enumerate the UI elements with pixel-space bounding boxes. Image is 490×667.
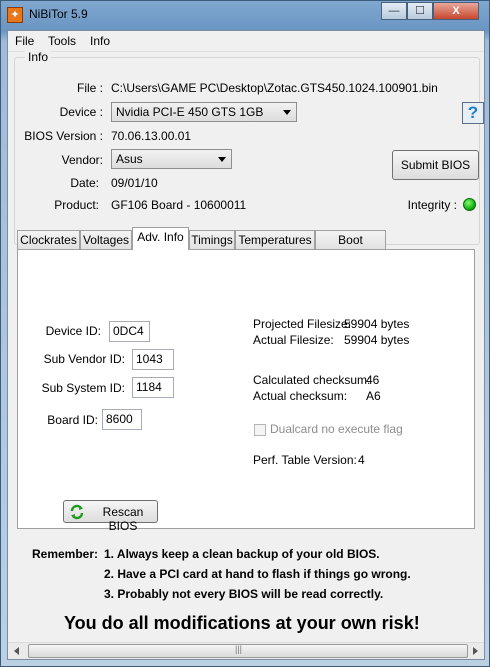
menu-info[interactable]: Info xyxy=(90,34,110,48)
calculated-checksum-label: Calculated checksum: xyxy=(253,373,371,387)
perf-table-value: 4 xyxy=(358,453,365,467)
sub-system-id-label: Sub System ID: xyxy=(41,381,125,395)
file-label: File : xyxy=(76,81,103,95)
close-button[interactable]: X xyxy=(433,2,479,20)
integrity-status-icon xyxy=(463,198,476,211)
bios-version-label: BIOS Version : xyxy=(24,129,103,143)
remember-label: Remember: xyxy=(32,547,99,561)
projected-filesize-value: 59904 bytes xyxy=(344,317,410,331)
device-id-field[interactable]: 0DC4 xyxy=(109,321,150,342)
sub-vendor-id-label: Sub Vendor ID: xyxy=(43,352,125,366)
adv-info-panel: Device ID: 0DC4 Sub Vendor ID: 1043 Sub … xyxy=(17,249,475,533)
projected-filesize-label: Projected Filesize: xyxy=(253,317,352,331)
device-label: Device : xyxy=(59,105,103,119)
tab-boot-settings[interactable]: Boot Settings xyxy=(315,230,386,265)
device-select-value: Nvidia PCI-E 450 GTS 1GB xyxy=(116,105,264,119)
nibitor-logo-icon[interactable]: ✦ xyxy=(7,7,23,23)
board-id-field[interactable]: 8600 xyxy=(102,409,142,430)
date-label: Date: xyxy=(70,176,99,190)
tab-temperatures[interactable]: Temperatures xyxy=(235,230,315,249)
bios-version-value: 70.06.13.00.01 xyxy=(111,129,192,143)
perf-table-label: Perf. Table Version: xyxy=(253,453,357,467)
info-group-title: Info xyxy=(25,50,52,64)
scroll-left-icon[interactable] xyxy=(14,647,19,655)
help-icon[interactable]: ? xyxy=(462,102,484,124)
tab-timings[interactable]: Timings xyxy=(189,230,235,249)
chevron-down-icon xyxy=(283,110,291,115)
chevron-down-icon xyxy=(218,157,226,162)
menu-bar: File Tools Info xyxy=(8,31,484,52)
integrity-label: Integrity : xyxy=(407,198,457,212)
actual-filesize-value: 59904 bytes xyxy=(344,333,410,347)
tab-clockrates[interactable]: Clockrates xyxy=(17,230,80,249)
warning-line-2: 2. Have a PCI card at hand to flash if t… xyxy=(104,567,411,581)
menu-file[interactable]: File xyxy=(15,34,34,48)
board-id-label: Board ID: xyxy=(47,413,98,427)
product-label: Product: xyxy=(54,198,99,212)
calculated-checksum-value: 46 xyxy=(366,373,380,387)
scroll-right-icon[interactable] xyxy=(473,647,478,655)
warning-line-3: 3. Probably not every BIOS will be read … xyxy=(104,587,384,601)
rescan-bios-label: Rescan BIOS xyxy=(102,505,144,533)
scrollbar-grip: ||| xyxy=(235,644,243,654)
refresh-icon xyxy=(70,504,84,520)
client-area: File Tools Info Info File : C:\Users\GAM… xyxy=(7,30,485,660)
sub-vendor-id-field[interactable]: 1043 xyxy=(132,349,174,370)
tab-voltages[interactable]: Voltages xyxy=(80,230,132,249)
vendor-select-value: Asus xyxy=(116,152,143,166)
title-bar[interactable]: ✦ NiBiTor 5.9 — ☐ X xyxy=(1,1,489,29)
date-value: 09/01/10 xyxy=(111,176,158,190)
maximize-button[interactable]: ☐ xyxy=(407,2,433,20)
risk-warning: You do all modifications at your own ris… xyxy=(64,613,420,633)
file-path: C:\Users\GAME PC\Desktop\Zotac.GTS450.10… xyxy=(111,81,438,95)
application-window: ✦ NiBiTor 5.9 — ☐ X File Tools Info Info… xyxy=(0,0,490,667)
device-id-label: Device ID: xyxy=(45,324,101,338)
submit-bios-button[interactable]: Submit BIOS xyxy=(392,150,479,180)
scrollbar-thumb[interactable]: ||| xyxy=(28,644,468,658)
dualcard-label: Dualcard no execute flag xyxy=(270,422,403,436)
actual-filesize-label: Actual Filesize: xyxy=(253,333,334,347)
horizontal-scrollbar[interactable]: ||| xyxy=(8,642,484,659)
sub-system-id-field[interactable]: 1184 xyxy=(132,377,174,398)
product-value: GF106 Board - 10600011 xyxy=(111,198,247,212)
menu-tools[interactable]: Tools xyxy=(48,34,76,48)
info-group: Info File : C:\Users\GAME PC\Desktop\Zot… xyxy=(14,50,484,245)
warning-line-1: 1. Always keep a clean backup of your ol… xyxy=(104,547,380,561)
minimize-button[interactable]: — xyxy=(381,2,407,20)
actual-checksum-label: Actual checksum: xyxy=(253,389,348,403)
device-select[interactable]: Nvidia PCI-E 450 GTS 1GB xyxy=(111,102,297,122)
dualcard-checkbox[interactable] xyxy=(254,424,266,436)
vendor-select[interactable]: Asus xyxy=(111,149,232,169)
tab-adv-info[interactable]: Adv. Info xyxy=(132,227,189,250)
window-title: NiBiTor 5.9 xyxy=(29,7,88,21)
actual-checksum-value: A6 xyxy=(366,389,381,403)
vendor-label: Vendor: xyxy=(61,153,103,167)
rescan-bios-button[interactable]: Rescan BIOS xyxy=(63,500,158,533)
